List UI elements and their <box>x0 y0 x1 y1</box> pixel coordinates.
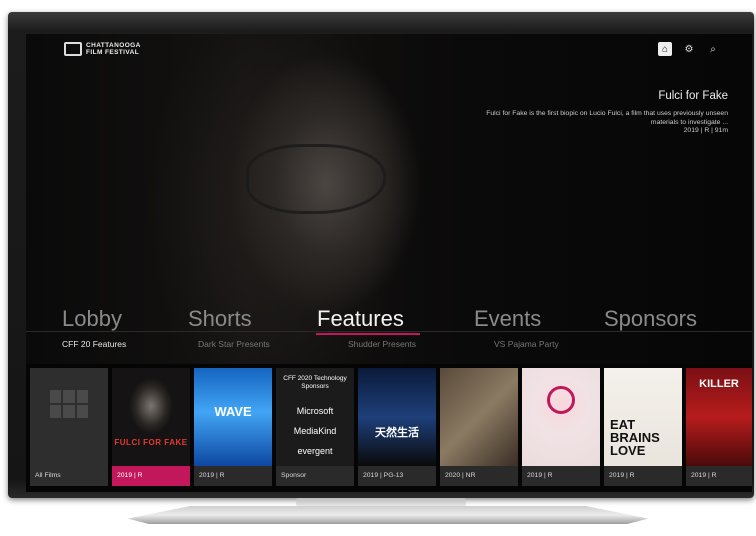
tile-caption: 2019 | R <box>112 466 190 486</box>
hero-portrait-glasses <box>246 144 386 214</box>
sponsor-card: CFF 2020 Technology Sponsors Microsoft M… <box>276 368 354 466</box>
poster-art <box>522 368 600 466</box>
tile-film[interactable]: 天然生活 2019 | PG-13 <box>358 368 436 486</box>
tile-all-films[interactable]: All Films <box>30 368 108 486</box>
poster-art: KILLER <box>686 368 752 466</box>
tile-film[interactable]: 2019 | R <box>522 368 600 486</box>
gear-icon[interactable]: ⚙ <box>682 42 696 56</box>
poster-art <box>440 368 518 466</box>
tile-caption: 2019 | R <box>522 466 600 486</box>
featured-info: Fulci for Fake Fulci for Fake is the fir… <box>468 90 728 134</box>
main-nav: Lobby Shorts Features Events Sponsors <box>26 306 752 331</box>
tile-caption: 2020 | NR <box>440 466 518 486</box>
poster-art: FULCI FOR FAKE <box>112 368 190 466</box>
tab-features[interactable]: Features <box>317 306 404 332</box>
tab-lobby[interactable]: Lobby <box>62 306 122 332</box>
active-tab-underline <box>316 333 420 335</box>
sponsor-evergent: evergent <box>297 446 333 456</box>
tv-screen: CHATTANOOGA FILM FESTIVAL ⌂ ⚙ ⌕ Fulci fo… <box>26 34 752 492</box>
tile-caption: 2019 | R <box>686 466 752 486</box>
featured-meta: 2019 | R | 91m <box>683 127 728 134</box>
tab-events[interactable]: Events <box>474 306 541 332</box>
poster-title: 天然生活 <box>375 427 419 439</box>
subtab-vs-pajama-party[interactable]: VS Pajama Party <box>494 339 559 349</box>
poster-art: EAT BRAINS LOVE <box>604 368 682 466</box>
top-icon-bar: ⌂ ⚙ ⌕ <box>658 42 720 56</box>
poster-title: KILLER <box>699 378 739 390</box>
festival-logo: CHATTANOOGA FILM FESTIVAL <box>64 42 156 56</box>
poster-title: EAT BRAINS LOVE <box>610 417 660 458</box>
sponsor-heading: CFF 2020 Technology Sponsors <box>283 375 347 390</box>
tile-caption: Sponsor <box>276 466 354 486</box>
tile-caption: 2019 | R <box>604 466 682 486</box>
tab-sponsors[interactable]: Sponsors <box>604 306 697 332</box>
poster-title: WAVE <box>214 404 252 419</box>
logo-text: CHATTANOOGA FILM FESTIVAL <box>86 42 141 56</box>
sponsor-microsoft: Microsoft <box>296 406 334 416</box>
tile-caption: 2019 | PG-13 <box>358 466 436 486</box>
tv-frame: CHATTANOOGA FILM FESTIVAL ⌂ ⚙ ⌕ Fulci fo… <box>8 12 754 498</box>
tile-film[interactable]: KILLER 2019 | R <box>686 368 752 486</box>
poster-art: 天然生活 <box>358 368 436 466</box>
subtab-dark-star[interactable]: Dark Star Presents <box>198 339 270 349</box>
subtab-shudder[interactable]: Shudder Presents <box>348 339 416 349</box>
tile-film[interactable]: WAVE 2019 | R <box>194 368 272 486</box>
sponsor-mediakind: MediaKind <box>293 426 337 436</box>
grid-icon <box>50 390 88 418</box>
subtab-cff20-features[interactable]: CFF 20 Features <box>62 339 126 349</box>
tile-film[interactable]: 2020 | NR <box>440 368 518 486</box>
tile-film[interactable]: FULCI FOR FAKE 2019 | R <box>112 368 190 486</box>
poster-title: FULCI FOR FAKE <box>114 438 188 447</box>
home-icon[interactable]: ⌂ <box>658 42 672 56</box>
poster-art: WAVE <box>194 368 272 466</box>
film-tile-row: All Films FULCI FOR FAKE 2019 | R WAVE 2… <box>30 368 752 486</box>
tile-caption: 2019 | R <box>194 466 272 486</box>
featured-description: Fulci for Fake is the first biopic on Lu… <box>486 110 728 126</box>
tv-stand-base <box>128 506 648 524</box>
featured-title: Fulci for Fake <box>658 90 728 102</box>
tab-shorts[interactable]: Shorts <box>188 306 252 332</box>
logo-mark-icon <box>64 42 82 56</box>
nav-divider <box>26 331 752 332</box>
tile-caption: All Films <box>35 472 61 479</box>
tv-stand-neck <box>296 498 466 506</box>
sub-nav: CFF 20 Features Dark Star Presents Shudd… <box>26 339 752 351</box>
search-icon[interactable]: ⌕ <box>706 42 720 56</box>
tile-sponsor[interactable]: CFF 2020 Technology Sponsors Microsoft M… <box>276 368 354 486</box>
tile-film[interactable]: EAT BRAINS LOVE 2019 | R <box>604 368 682 486</box>
